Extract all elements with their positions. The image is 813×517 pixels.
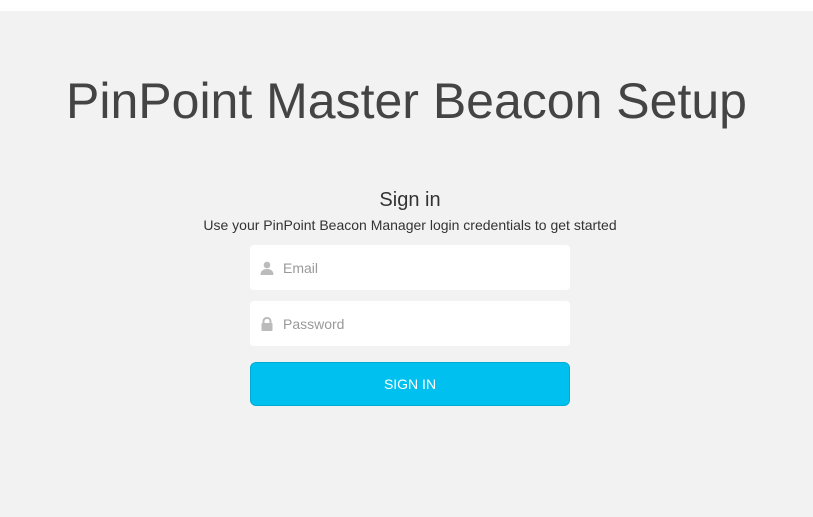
signin-subtitle: Use your PinPoint Beacon Manager login c… xyxy=(203,217,617,233)
lock-icon xyxy=(259,316,275,332)
email-field[interactable] xyxy=(250,245,570,290)
email-input[interactable] xyxy=(283,252,553,283)
user-icon xyxy=(259,260,275,276)
signin-button[interactable]: SIGN IN xyxy=(250,362,570,406)
password-input[interactable] xyxy=(283,308,553,339)
login-page: PinPoint Master Beacon Setup Sign in Use… xyxy=(0,11,813,517)
password-field[interactable] xyxy=(250,301,570,346)
page-title: PinPoint Master Beacon Setup xyxy=(66,73,747,129)
signin-heading: Sign in xyxy=(379,189,441,211)
